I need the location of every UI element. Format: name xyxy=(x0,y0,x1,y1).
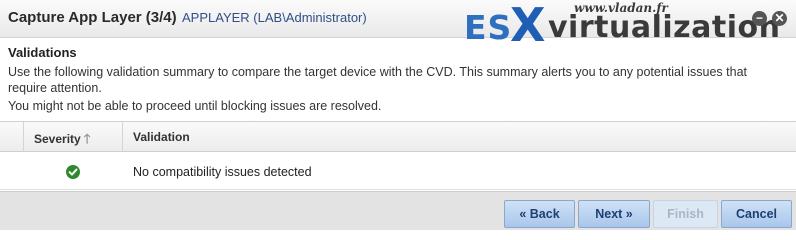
section-title: Validations xyxy=(8,45,77,60)
column-header-severity[interactable]: Severity 🡑 xyxy=(24,122,123,152)
minimize-icon[interactable]: − xyxy=(752,11,767,26)
next-button[interactable]: Next » xyxy=(578,200,650,228)
dialog-subtitle: APPLAYER (LAB\Administrator) xyxy=(182,10,367,25)
check-circle-icon xyxy=(66,165,80,179)
section-description: Use the following validation summary to … xyxy=(8,65,748,95)
column-header-validation[interactable]: Validation xyxy=(123,122,190,152)
close-icon[interactable]: ✕ xyxy=(772,11,787,26)
cancel-button[interactable]: Cancel xyxy=(721,200,792,228)
dialog-title: Capture App Layer (3/4) xyxy=(8,9,177,26)
validation-table: Severity 🡑 Validation No compatibility is… xyxy=(0,121,796,190)
severity-header-label: Severity xyxy=(34,132,81,146)
finish-button: Finish xyxy=(653,200,718,228)
validation-text: No compatibility issues detected xyxy=(133,165,312,179)
back-button[interactable]: « Back xyxy=(504,200,575,228)
title-bar: Capture App Layer (3/4) APPLAYER (LAB\Ad… xyxy=(0,0,796,38)
table-row[interactable]: No compatibility issues detected xyxy=(0,153,796,190)
header-spacer-cell xyxy=(0,122,24,152)
table-header: Severity 🡑 Validation xyxy=(0,122,796,152)
sort-ascending-icon: 🡑 xyxy=(83,131,91,146)
dialog-footer: « Back Next » Finish Cancel xyxy=(0,191,796,230)
section-note: You might not be able to proceed until b… xyxy=(8,99,382,113)
